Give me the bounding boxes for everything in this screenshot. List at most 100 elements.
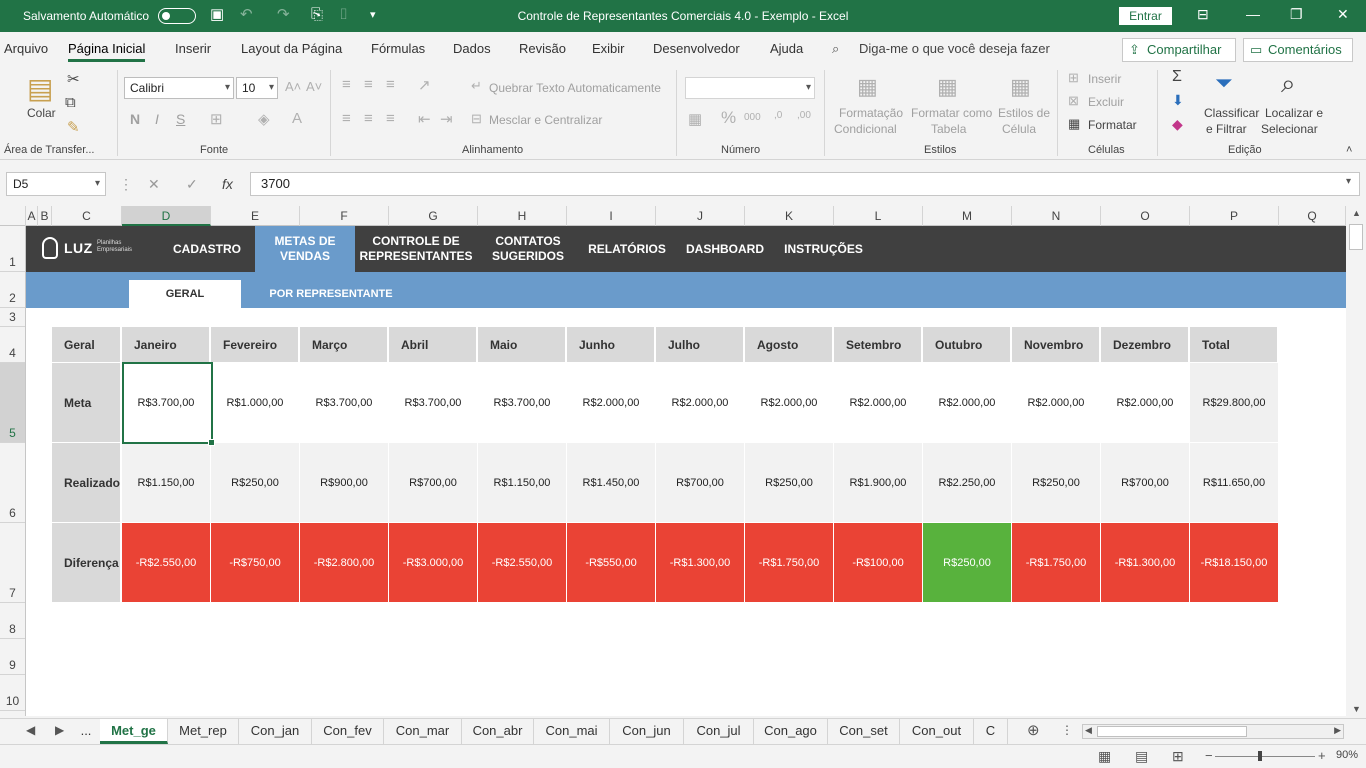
table-cell[interactable]: R$1.450,00 [567,443,655,522]
row-header-9[interactable]: 9 [0,639,25,675]
cell-styles-icon[interactable]: ▦ [1010,74,1031,100]
table-cell[interactable]: R$250,00 [1012,443,1100,522]
scroll-left-icon[interactable]: ◀ [1085,725,1092,736]
table-cell[interactable]: R$2.000,00 [745,363,833,442]
increase-indent-icon[interactable]: ⇥ [440,110,453,128]
ribbon-display-icon[interactable]: ⊟ [1197,6,1209,23]
sort-filter-icon[interactable]: ⏷ [1215,70,1233,96]
scroll-down-icon[interactable]: ▼ [1352,704,1361,714]
name-box[interactable]: D5 [6,172,106,196]
month-header[interactable]: Total [1190,327,1277,362]
comments-button[interactable]: ▭ Comentários [1243,38,1353,62]
table-corner-header[interactable]: Geral [52,327,120,362]
col-header-h[interactable]: H [478,206,567,226]
font-size-select[interactable]: 10 [236,77,278,99]
table-cell[interactable]: -R$1.300,00 [656,523,744,602]
table-cell[interactable]: R$2.000,00 [1101,363,1189,442]
col-header-q[interactable]: Q [1279,206,1346,226]
sheet-tab-con-mai[interactable]: Con_mai [534,719,610,744]
sheet-tab-con-mar[interactable]: Con_mar [384,719,462,744]
row-header-3[interactable]: 3 [0,308,25,327]
table-cell[interactable]: -R$2.550,00 [478,523,566,602]
find-select-label-1[interactable]: Localizar e [1265,106,1323,120]
month-header[interactable]: Janeiro [122,327,209,362]
cut-icon[interactable]: ✂ [67,70,80,88]
row-label-realizado[interactable]: Realizado [52,443,120,522]
nav-dashboard[interactable]: DASHBOARD [681,226,769,272]
col-header-j[interactable]: J [656,206,745,226]
table-cell[interactable]: -R$2.800,00 [300,523,388,602]
table-cell[interactable]: R$11.650,00 [1190,443,1278,522]
row-label-meta[interactable]: Meta [52,363,120,442]
bold-button[interactable]: N [130,111,140,127]
more-sheets-left[interactable]: ... [72,719,100,744]
fill-color-icon[interactable]: ◈ [258,110,270,128]
format-as-table-icon[interactable]: ▦ [937,74,958,100]
table-cell[interactable]: R$2.000,00 [834,363,922,442]
format-as-table-label-2[interactable]: Tabela [931,122,966,136]
month-header[interactable]: Agosto [745,327,832,362]
conditional-formatting-icon[interactable]: ▦ [857,74,878,100]
collapse-ribbon-icon[interactable]: ˄ [1346,144,1352,156]
table-cell[interactable]: R$3.700,00 [389,363,477,442]
conditional-formatting-label-2[interactable]: Condicional [834,122,897,136]
enter-icon[interactable]: ✓ [186,176,198,193]
col-header-b[interactable]: B [38,206,52,226]
horizontal-scrollbar[interactable]: ◀ ▶ [1082,724,1344,739]
paste-icon[interactable]: ▤ [27,72,53,105]
decrease-indent-icon[interactable]: ⇤ [418,110,431,128]
row-header-6[interactable]: 6 [0,443,25,523]
col-header-e[interactable]: E [211,206,300,226]
tab-arquivo[interactable]: Arquivo [4,41,48,56]
table-cell[interactable]: R$250,00 [923,523,1011,602]
redo-icon[interactable]: ↷ [277,7,290,23]
page-layout-view-icon[interactable]: ▤ [1135,748,1148,765]
col-header-o[interactable]: O [1101,206,1190,226]
nav-cadastro[interactable]: CADASTRO [166,226,248,272]
month-header[interactable]: Abril [389,327,476,362]
zoom-in-icon[interactable]: + [1318,748,1326,763]
nav-instrucoes[interactable]: INSTRUÇÕES [781,226,866,272]
decrease-decimal-icon[interactable]: ,00 [797,110,811,121]
month-header[interactable]: Dezembro [1101,327,1188,362]
align-top-icon[interactable]: ≡ [342,76,351,93]
sheet-tab-con-set[interactable]: Con_set [828,719,900,744]
sheet-tab-con-out[interactable]: Con_out [900,719,974,744]
zoom-slider[interactable] [1215,756,1315,757]
share-button[interactable]: ⇪ Compartilhar [1122,38,1236,62]
restore-icon[interactable]: ❐ [1290,6,1303,23]
row-header-4[interactable]: 4 [0,327,25,363]
zoom-out-icon[interactable]: − [1205,748,1213,763]
tab-revisao[interactable]: Revisão [519,41,566,56]
table-cell[interactable]: -R$100,00 [834,523,922,602]
row-header-8[interactable]: 8 [0,603,25,639]
table-cell[interactable]: R$700,00 [389,443,477,522]
month-header[interactable]: Junho [567,327,654,362]
lightbulb-search-icon[interactable]: ⌕ [832,41,839,57]
format-painter-icon[interactable]: ✎ [67,118,80,136]
table-cell[interactable]: R$1.900,00 [834,443,922,522]
month-header[interactable]: Novembro [1012,327,1099,362]
month-header[interactable]: Fevereiro [211,327,298,362]
customize-qat-icon[interactable]: ▾ [370,7,376,23]
tab-desenvolvedor[interactable]: Desenvolvedor [653,41,740,56]
prev-sheet-icon[interactable]: ◀ [26,723,35,737]
zoom-level[interactable]: 90% [1336,749,1358,761]
camera-icon[interactable]: ⌷ [339,7,348,23]
table-cell[interactable]: -R$3.000,00 [389,523,477,602]
nav-relatorios[interactable]: RELATÓRIOS [586,226,668,272]
month-header[interactable]: Julho [656,327,743,362]
table-cell[interactable]: R$700,00 [1101,443,1189,522]
row-header-7[interactable]: 7 [0,523,25,603]
autosave-toggle[interactable] [158,8,196,24]
save-icon[interactable]: ▣ [210,7,224,23]
table-cell[interactable]: R$1.150,00 [122,443,210,522]
autosum-icon[interactable]: Σ [1172,68,1182,86]
month-header[interactable]: Setembro [834,327,921,362]
minimize-icon[interactable]: — [1246,6,1260,22]
col-header-g[interactable]: G [389,206,478,226]
grow-font-icon[interactable]: A˄ [285,79,301,94]
sheet-tab-con-jan[interactable]: Con_jan [239,719,312,744]
col-header-m[interactable]: M [923,206,1012,226]
vertical-scrollbar[interactable]: ▲ ▼ [1346,206,1366,718]
